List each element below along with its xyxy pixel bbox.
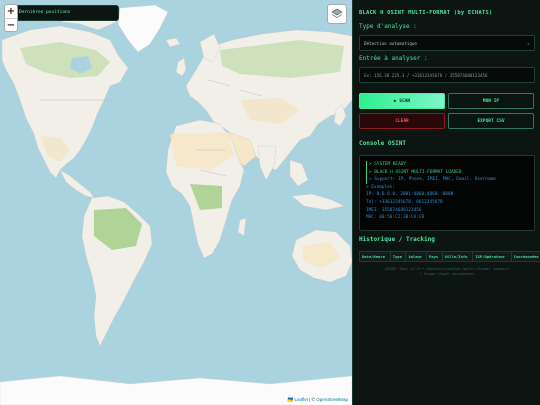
leaflet-link[interactable]: Leaflet xyxy=(294,397,308,402)
export-csv-button[interactable]: EXPORT CSV xyxy=(448,113,534,129)
history-col-value[interactable]: Valeur xyxy=(405,251,427,262)
zoom-in-button[interactable]: + xyxy=(5,5,17,18)
layers-button[interactable] xyxy=(327,4,347,24)
history-title: Historique / Tracking xyxy=(359,236,435,243)
analysis-type-value: Détection automatique xyxy=(364,41,417,46)
attribution-separator: | © xyxy=(307,397,317,402)
chevron-down-icon: ⌄ xyxy=(526,40,530,46)
world-map[interactable]: + − Dernières positions 🇺🇦 Leaflet | © O… xyxy=(0,0,352,405)
history-table: Date/Heure Type Valeur Pays Ville/Info I… xyxy=(359,251,540,262)
my-ip-button[interactable]: MON IP xyxy=(448,93,534,109)
history-col-country[interactable]: Pays xyxy=(426,251,443,262)
openstreetmap-link[interactable]: OpenStreetMap xyxy=(316,397,348,402)
osint-side-panel: BLACK H OSINT MULTI-FORMAT (by ECHATS) T… xyxy=(352,0,540,405)
footer-line: • Usage légal uniquement xyxy=(419,271,475,276)
map-attribution: 🇺🇦 Leaflet | © OpenStreetMap xyxy=(285,396,350,404)
analysis-input[interactable]: Ex: 156.38.225.3 / +33612345678 / 355874… xyxy=(359,67,535,83)
console-line: > SYSTEM READY xyxy=(366,161,528,169)
history-col-date[interactable]: Date/Heure xyxy=(359,251,391,262)
history-col-coords[interactable]: Coordonnées xyxy=(510,251,540,262)
history-header-row: Date/Heure Type Valeur Pays Ville/Info I… xyxy=(359,251,540,262)
console-title: Console OSINT xyxy=(359,140,406,147)
clear-button[interactable]: CLEAR xyxy=(359,113,445,129)
osint-console[interactable]: > SYSTEM READY > BLACK H OSINT MULTI-FOR… xyxy=(359,155,535,231)
positions-label: Dernières positions xyxy=(19,10,71,15)
analysis-type-label: Type d'analyse : xyxy=(359,23,417,30)
history-col-city[interactable]: Ville/Info xyxy=(441,251,474,262)
console-line: MAC: 00:50:C2:3B:CA:FB xyxy=(366,215,425,221)
analysis-type-select[interactable]: Détection automatique ⌄ xyxy=(359,35,535,51)
app-footer: OSINT Tool v2.0 • Géolocalisation multi-… xyxy=(359,266,535,276)
console-line: > Exemples: xyxy=(366,184,396,190)
history-col-type[interactable]: Type xyxy=(389,251,407,262)
scan-button[interactable]: ▶ SCAN xyxy=(359,93,445,109)
layers-icon xyxy=(331,8,343,18)
world-map-tiles xyxy=(0,0,352,405)
analysis-input-placeholder: Ex: 156.38.225.3 / +33612345678 / 355874… xyxy=(364,73,488,78)
console-line: Tel: +33612345678, 0612345678 xyxy=(366,199,443,205)
history-col-isp[interactable]: ISP/Opérateur xyxy=(472,251,512,262)
zoom-control: + − xyxy=(4,4,18,32)
console-line: IP: 8.8.8.8, 2001:4860:4860::8888 xyxy=(366,192,454,198)
app-title: BLACK H OSINT MULTI-FORMAT (by ECHATS) xyxy=(359,10,493,16)
zoom-out-button[interactable]: − xyxy=(5,18,17,31)
positions-panel[interactable]: Dernières positions xyxy=(6,5,119,21)
input-label: Entrée à analyser : xyxy=(359,55,428,62)
console-line: IMEI: 355874680123456 xyxy=(366,207,422,213)
console-line: > Support: IP, Phone, IMEI, MAC, Email, … xyxy=(366,176,528,184)
leaflet-flag-icon: 🇺🇦 xyxy=(287,397,294,402)
console-line: > BLACK H OSINT MULTI-FORMAT LOADED xyxy=(366,168,528,177)
